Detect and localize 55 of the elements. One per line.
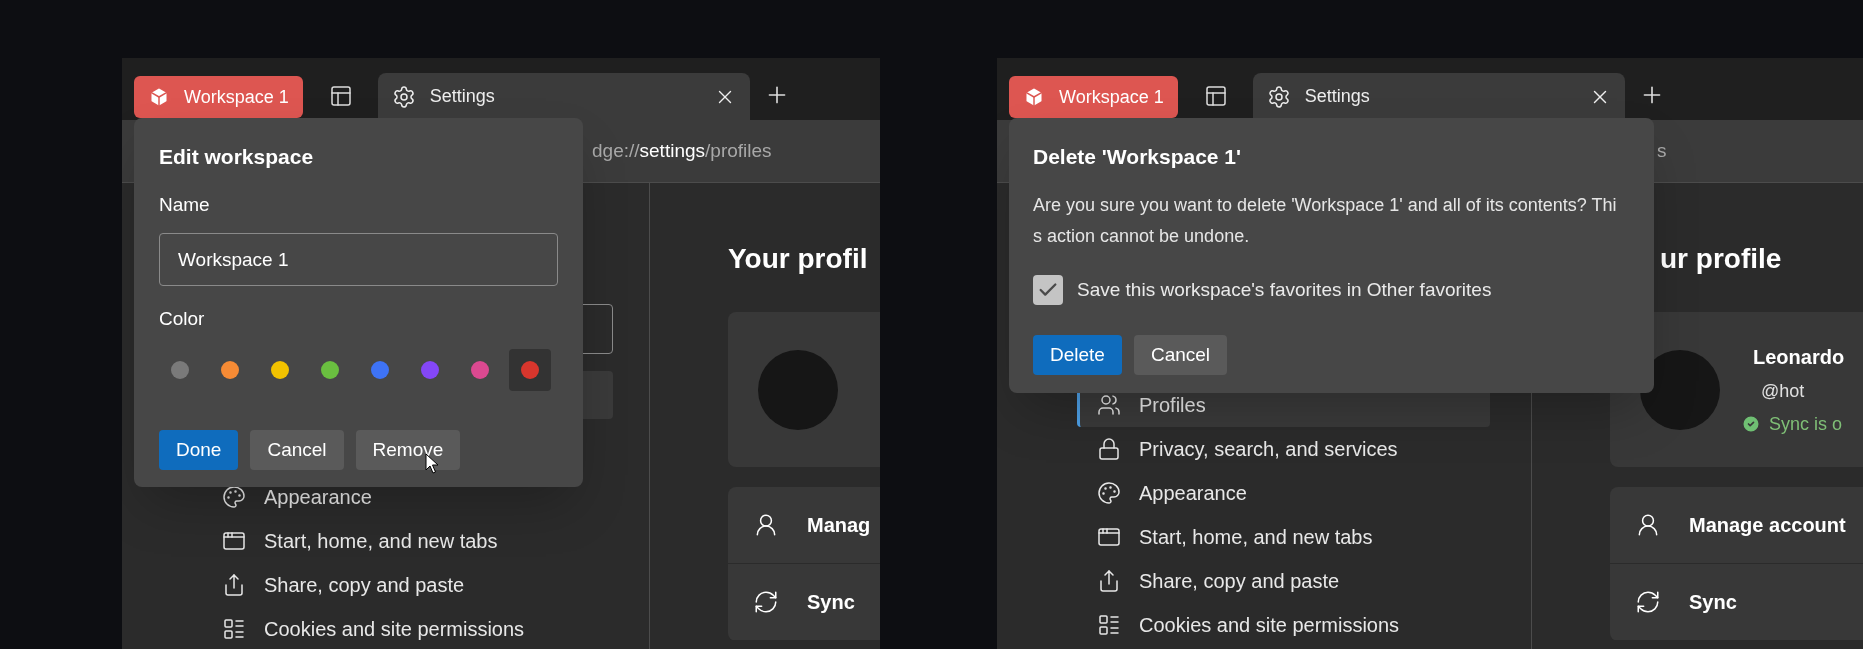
browser-tab[interactable]: Settings — [377, 73, 750, 120]
people-icon — [1097, 393, 1121, 417]
settings-icon — [1266, 84, 1291, 109]
sidebar-item[interactable]: Start, home, and new tabs — [1077, 515, 1490, 559]
palette-icon — [222, 485, 246, 509]
account-menu-item[interactable]: Manage account — [1610, 487, 1863, 564]
share-icon — [222, 573, 246, 597]
page-heading: ur profile — [1660, 243, 1782, 274]
share-icon — [1097, 569, 1121, 593]
workspace-tab[interactable]: Workspace 1 — [1009, 76, 1178, 118]
account-menu-item[interactable]: Sync — [1610, 564, 1863, 641]
side-panel-icon[interactable] — [328, 84, 353, 108]
primary-button[interactable]: Done — [159, 430, 239, 470]
secondary-button[interactable]: Cancel — [1133, 335, 1228, 375]
sidebar-item[interactable]: Cookies and site permissions — [1077, 603, 1490, 647]
secondary-button[interactable]: Cancel — [250, 430, 344, 470]
sidebar-item[interactable]: Appearance — [202, 475, 615, 519]
list-icon — [222, 617, 246, 641]
cube-icon — [1023, 86, 1045, 108]
profile-email: @hot — [1761, 379, 1806, 403]
window-icon — [1097, 525, 1121, 549]
workspace-tab[interactable]: Workspace 1 — [134, 76, 303, 118]
color-swatch[interactable] — [509, 349, 551, 391]
sidebar-item[interactable]: Cookies and site permissions — [202, 607, 615, 649]
name-label: Name — [159, 194, 211, 216]
dialog-title: Edit workspace — [159, 144, 315, 170]
address-text[interactable]: dge://settings/profiles — [592, 136, 772, 166]
browser-tab[interactable]: Settings — [1252, 73, 1625, 120]
checkbox-label: Save this workspace's favorites in Other favorites — [1077, 277, 1492, 302]
settings-icon — [391, 84, 416, 109]
page-heading: Your profil — [728, 243, 868, 274]
sidebar-item[interactable]: Start, home, and new tabs — [202, 519, 615, 563]
dialog-title: Delete 'Workspace 1' — [1033, 144, 1243, 170]
sync-icon — [753, 589, 779, 615]
window-icon — [222, 529, 246, 553]
check-circle-icon — [1741, 414, 1761, 434]
palette-icon — [1097, 481, 1121, 505]
sidebar-item[interactable]: Share, copy and paste — [1077, 559, 1490, 603]
checkbox[interactable] — [1033, 275, 1063, 305]
primary-button[interactable]: Delete — [1033, 335, 1122, 375]
dialog-message: Are you sure you want to delete 'Workspace 1' and all of its contents? This action cannot be undone. — [1033, 194, 1618, 248]
list-icon — [1097, 613, 1121, 637]
color-label: Color — [159, 308, 206, 330]
sync-status: Sync is o — [1769, 412, 1843, 436]
sidebar-item[interactable]: Appearance — [1077, 471, 1490, 515]
sidebar-item[interactable]: Privacy, search, and services — [1077, 427, 1490, 471]
sidebar-item[interactable]: Share, copy and paste — [202, 563, 615, 607]
side-panel-icon[interactable] — [1203, 84, 1228, 108]
name-field[interactable]: Workspace 1 — [159, 233, 558, 286]
cube-icon — [148, 86, 170, 108]
secondary-button[interactable]: Remove — [355, 430, 461, 470]
sync-icon — [1635, 589, 1661, 615]
profile-name: Leonardo — [1753, 344, 1845, 370]
lock-icon — [1097, 437, 1121, 461]
address-text[interactable]: s — [1657, 136, 1667, 166]
